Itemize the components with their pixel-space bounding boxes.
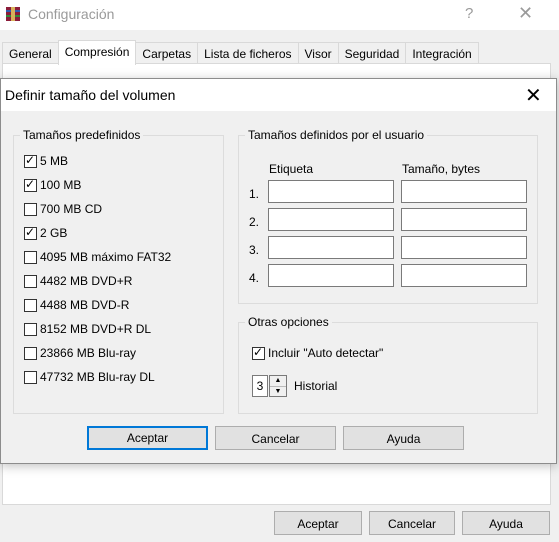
checkmark-icon: ✓ [25, 176, 36, 191]
help-button[interactable]: Ayuda [343, 426, 464, 450]
row-number: 2. [249, 215, 260, 229]
other-options-group: Otras opciones ✓ Incluir "Auto detectar"… [238, 315, 538, 414]
parent-titlebar: Configuración ? ✕ [0, 0, 559, 30]
preset-label: 5 MB [40, 154, 69, 168]
close-icon[interactable]: ✕ [518, 3, 533, 24]
tab-seguridad[interactable]: Seguridad [337, 42, 407, 65]
tab-compresion[interactable]: Compresión [57, 40, 137, 65]
auto-detect-label: Incluir "Auto detectar" [268, 346, 384, 360]
preset-label: 4488 MB DVD-R [40, 298, 130, 312]
row-number: 1. [249, 187, 260, 201]
preset-size-option[interactable]: ✓ 2 GB [24, 224, 67, 242]
winrar-app-icon [6, 7, 20, 21]
preset-checkbox[interactable] [24, 298, 37, 312]
preset-size-option[interactable]: 4482 MB DVD+R [24, 272, 132, 290]
user-defined-sizes-group: Tamaños definidos por el usuario Etiquet… [238, 128, 538, 304]
row-number: 3. [249, 243, 260, 257]
size-field-2[interactable] [401, 208, 527, 231]
dialog-titlebar: Definir tamaño del volumen ✕ [1, 79, 556, 111]
size-field-3[interactable] [401, 236, 527, 259]
help-icon[interactable]: ? [465, 5, 473, 22]
preset-label: 4482 MB DVD+R [40, 274, 133, 288]
size-column-header: Tamaño, bytes [402, 162, 481, 176]
preset-size-option[interactable]: ✓ 5 MB [24, 152, 68, 170]
checkmark-icon: ✓ [25, 152, 36, 167]
cancel-button[interactable]: Cancelar [215, 426, 336, 450]
history-spinner[interactable]: ▲ ▼ [269, 375, 287, 397]
other-options-label: Otras opciones [245, 315, 332, 329]
row-number: 4. [249, 271, 260, 285]
preset-size-option[interactable]: 23866 MB Blu-ray [24, 344, 136, 362]
tab-lista-de-ficheros[interactable]: Lista de ficheros [197, 42, 299, 65]
spin-down-icon[interactable]: ▼ [270, 387, 286, 397]
predefined-sizes-group: Tamaños predefinidos ✓ 5 MB ✓ 100 MB 700 MB … [13, 128, 224, 414]
preset-checkbox[interactable]: ✓ [24, 152, 37, 168]
preset-label: 4095 MB máximo FAT32 [40, 250, 172, 264]
tab-integracion[interactable]: Integración [405, 42, 479, 65]
label-field-2[interactable] [268, 208, 394, 231]
preset-label: 100 MB [40, 178, 82, 192]
history-count-input[interactable]: 3 [252, 375, 268, 397]
accept-button[interactable]: Aceptar [87, 426, 208, 450]
preset-size-option[interactable]: 700 MB CD [24, 200, 102, 218]
predefined-sizes-label: Tamaños predefinidos [20, 128, 144, 142]
spin-up-icon[interactable]: ▲ [270, 376, 286, 387]
preset-checkbox[interactable] [24, 250, 37, 264]
size-field-4[interactable] [401, 264, 527, 287]
settings-tabs: General Compresión Carpetas Lista de fic… [2, 40, 479, 65]
checkmark-icon: ✓ [253, 344, 264, 359]
preset-checkbox[interactable] [24, 346, 37, 360]
preset-label: 2 GB [40, 226, 68, 240]
preset-label: 8152 MB DVD+R DL [40, 322, 152, 336]
tab-carpetas[interactable]: Carpetas [135, 42, 199, 65]
tab-general[interactable]: General [2, 42, 59, 65]
user-defined-sizes-label: Tamaños definidos por el usuario [245, 128, 428, 142]
preset-checkbox[interactable] [24, 202, 37, 216]
history-label: Historial [294, 379, 338, 393]
size-field-1[interactable] [401, 180, 527, 203]
dialog-close-icon[interactable]: ✕ [525, 83, 542, 108]
label-field-3[interactable] [268, 236, 394, 259]
preset-label: 23866 MB Blu-ray [40, 346, 137, 360]
preset-size-option[interactable]: 47732 MB Blu-ray DL [24, 368, 155, 386]
checkmark-icon: ✓ [25, 224, 36, 239]
preset-size-option[interactable]: 4488 MB DVD-R [24, 296, 129, 314]
tab-visor[interactable]: Visor [297, 42, 339, 65]
parent-window-title: Configuración [28, 6, 115, 22]
volume-size-dialog: Definir tamaño del volumen ✕ Tamaños pre… [0, 78, 557, 464]
preset-label: 47732 MB Blu-ray DL [40, 370, 155, 384]
preset-checkbox[interactable] [24, 274, 37, 288]
label-column-header: Etiqueta [269, 162, 314, 176]
parent-cancel-button[interactable]: Cancelar [369, 511, 455, 535]
preset-size-option[interactable]: ✓ 100 MB [24, 176, 81, 194]
label-field-4[interactable] [268, 264, 394, 287]
auto-detect-checkbox[interactable]: ✓ [252, 344, 265, 360]
preset-checkbox[interactable] [24, 370, 37, 384]
label-field-1[interactable] [268, 180, 394, 203]
preset-size-option[interactable]: 4095 MB máximo FAT32 [24, 248, 171, 266]
preset-checkbox[interactable]: ✓ [24, 176, 37, 192]
preset-size-option[interactable]: 8152 MB DVD+R DL [24, 320, 151, 338]
parent-accept-button[interactable]: Aceptar [274, 511, 362, 535]
preset-checkbox[interactable] [24, 322, 37, 336]
dialog-title: Definir tamaño del volumen [5, 87, 176, 103]
preset-label: 700 MB CD [40, 202, 103, 216]
preset-checkbox[interactable]: ✓ [24, 224, 37, 240]
auto-detect-option[interactable]: ✓ Incluir "Auto detectar" [252, 344, 383, 362]
parent-help-button[interactable]: Ayuda [462, 511, 550, 535]
